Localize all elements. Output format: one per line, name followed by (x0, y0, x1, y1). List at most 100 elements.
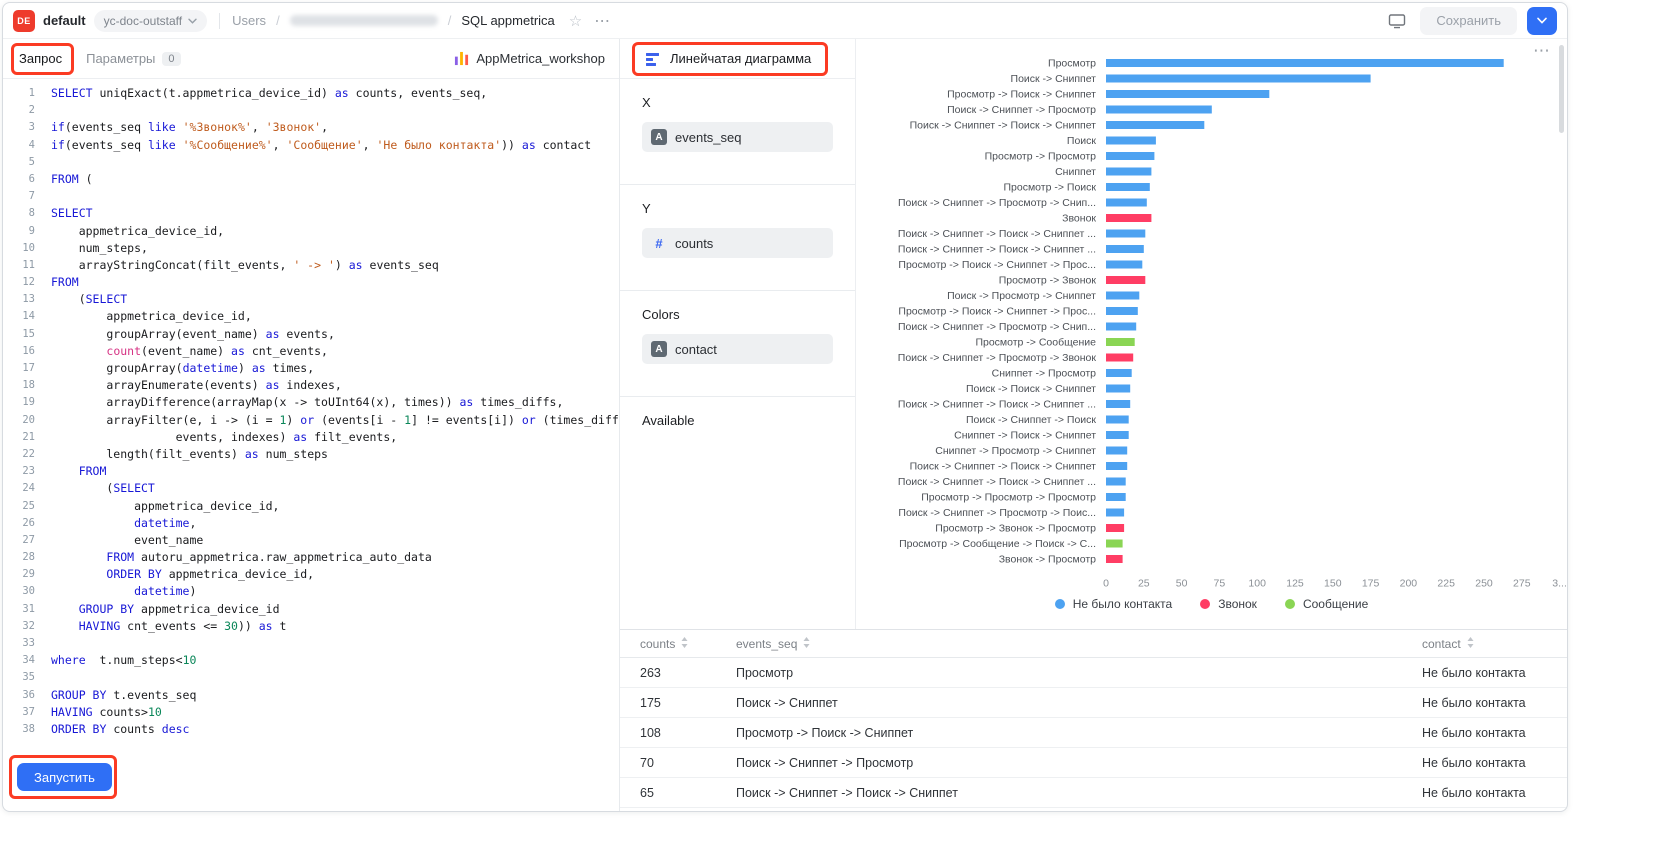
chart-bar[interactable] (1106, 199, 1147, 207)
code-line[interactable]: 34where t.num_steps<10 (3, 652, 619, 669)
folder-selector[interactable]: yc-doc-outstaff (94, 10, 207, 32)
code-line[interactable]: 30 datetime) (3, 583, 619, 600)
chart-bar[interactable] (1106, 323, 1136, 331)
field-chip-counts[interactable]: #counts (642, 228, 833, 258)
code-line[interactable]: 19 arrayDifference(arrayMap(x -> toUInt6… (3, 394, 619, 411)
tab-parameters[interactable]: Параметры 0 (86, 51, 180, 66)
chart-type-selector[interactable]: Линейчатая диаграмма (620, 39, 855, 79)
chart-bar[interactable] (1106, 400, 1130, 408)
code-line[interactable]: 29 ORDER BY appmetrica_device_id, (3, 566, 619, 583)
code-line[interactable]: 21 events, indexes) as filt_events, (3, 429, 619, 446)
code-line[interactable]: 9 appmetrica_device_id, (3, 223, 619, 240)
more-menu-icon[interactable]: ⋯ (594, 11, 611, 31)
connection-selector[interactable]: AppMetrica_workshop (454, 51, 605, 66)
field-chip-events_seq[interactable]: Aevents_seq (642, 122, 833, 152)
chart-bar[interactable] (1106, 183, 1150, 191)
column-header-counts[interactable]: counts (620, 637, 736, 651)
code-line[interactable]: 3if(events_seq like '%Звонок%', 'Звонок'… (3, 119, 619, 136)
save-button[interactable]: Сохранить (1420, 7, 1517, 35)
chart-bar[interactable] (1106, 137, 1156, 145)
code-line[interactable]: 31 GROUP BY appmetrica_device_id (3, 601, 619, 618)
code-line[interactable]: 37HAVING counts>10 (3, 704, 619, 721)
run-button[interactable]: Запустить (17, 763, 112, 791)
chart-bar[interactable] (1106, 214, 1151, 222)
code-line[interactable]: 25 appmetrica_device_id, (3, 498, 619, 515)
code-line[interactable]: 15 groupArray(event_name) as events, (3, 326, 619, 343)
datalens-logo[interactable]: DE (13, 10, 35, 32)
code-line[interactable]: 11 arrayStringConcat(filt_events, ' -> '… (3, 257, 619, 274)
code-line[interactable]: 20 arrayFilter(e, i -> (i = 1) or (event… (3, 412, 619, 429)
favorite-star-icon[interactable]: ☆ (569, 12, 582, 30)
chart-bar[interactable] (1106, 245, 1144, 253)
chart-bar[interactable] (1106, 509, 1124, 517)
chart-bar[interactable] (1106, 354, 1133, 362)
code-line[interactable]: 26 datetime, (3, 515, 619, 532)
chart-bar[interactable] (1106, 106, 1212, 114)
chart-more-icon[interactable]: ⋯ (1533, 41, 1551, 61)
code-line[interactable]: 28 FROM autoru_appmetrica.raw_appmetrica… (3, 549, 619, 566)
chart-bar[interactable] (1106, 307, 1138, 315)
field-chip-contact[interactable]: Acontact (642, 334, 833, 364)
chart-bar[interactable] (1106, 338, 1135, 346)
line-number: 24 (3, 480, 35, 497)
category-label: Просмотр -> Звонок (999, 275, 1097, 287)
code-line[interactable]: 4if(events_seq like '%Сообщение%', 'Сооб… (3, 137, 619, 154)
chart-bar[interactable] (1106, 75, 1371, 83)
code-line[interactable]: 33 (3, 635, 619, 652)
tab-query[interactable]: Запрос (19, 51, 62, 66)
code-line[interactable]: 1SELECT uniqExact(t.appmetrica_device_id… (3, 85, 619, 102)
code-line[interactable]: 14 appmetrica_device_id, (3, 308, 619, 325)
code-line[interactable]: 32 HAVING cnt_events <= 30)) as t (3, 618, 619, 635)
code-line[interactable]: 12FROM (3, 274, 619, 291)
chart-bar[interactable] (1106, 493, 1126, 501)
code-line[interactable]: 27 event_name (3, 532, 619, 549)
chart-bar[interactable] (1106, 385, 1130, 393)
chart-bar[interactable] (1106, 152, 1154, 160)
chart-bar[interactable] (1106, 292, 1139, 300)
category-label: Просмотр -> Просмотр -> Просмотр (921, 492, 1096, 504)
chart-bar[interactable] (1106, 540, 1123, 548)
chart-bar[interactable] (1106, 230, 1145, 238)
legend-item[interactable]: Сообщение (1285, 597, 1368, 611)
workspace-name[interactable]: default (43, 13, 86, 28)
code-line[interactable]: 8SELECT (3, 205, 619, 222)
chart-bar[interactable] (1106, 431, 1129, 439)
code-line[interactable]: 5 (3, 154, 619, 171)
column-header-events_seq[interactable]: events_seq (736, 637, 1402, 651)
chart-bar[interactable] (1106, 168, 1151, 176)
chart-bar[interactable] (1106, 462, 1127, 470)
chart-bar[interactable] (1106, 90, 1269, 98)
chart-bar[interactable] (1106, 369, 1132, 377)
chart-bar[interactable] (1106, 447, 1127, 455)
code-line[interactable]: 36GROUP BY t.events_seq (3, 687, 619, 704)
preview-icon[interactable] (1384, 8, 1410, 34)
legend-item[interactable]: Не было контакта (1055, 597, 1172, 611)
chart-bar[interactable] (1106, 121, 1204, 129)
code-line[interactable]: 23 FROM (3, 463, 619, 480)
code-line[interactable]: 38ORDER BY counts desc (3, 721, 619, 738)
code-line[interactable]: 24 (SELECT (3, 480, 619, 497)
code-line[interactable]: 22 length(filt_events) as num_steps (3, 446, 619, 463)
chart-bar[interactable] (1106, 276, 1145, 284)
code-line[interactable]: 16 count(event_name) as cnt_events, (3, 343, 619, 360)
code-line[interactable]: 13 (SELECT (3, 291, 619, 308)
breadcrumb-users[interactable]: Users (232, 13, 266, 28)
chart-bar[interactable] (1106, 416, 1129, 424)
legend-item[interactable]: Звонок (1200, 597, 1257, 611)
code-line[interactable]: 17 groupArray(datetime) as times, (3, 360, 619, 377)
scrollbar-thumb[interactable] (1559, 45, 1564, 133)
sql-code-editor[interactable]: 1SELECT uniqExact(t.appmetrica_device_id… (3, 79, 619, 811)
code-line[interactable]: 2 (3, 102, 619, 119)
chart-bar[interactable] (1106, 524, 1124, 532)
code-line[interactable]: 35 (3, 669, 619, 686)
code-line[interactable]: 10 num_steps, (3, 240, 619, 257)
code-line[interactable]: 18 arrayEnumerate(events) as indexes, (3, 377, 619, 394)
column-header-contact[interactable]: contact (1402, 637, 1567, 651)
code-line[interactable]: 6FROM ( (3, 171, 619, 188)
code-line[interactable]: 7 (3, 188, 619, 205)
chart-bar[interactable] (1106, 555, 1123, 563)
chart-bar[interactable] (1106, 478, 1126, 486)
chart-bar[interactable] (1106, 261, 1142, 269)
save-dropdown-button[interactable] (1527, 7, 1557, 35)
chart-bar[interactable] (1106, 59, 1504, 67)
